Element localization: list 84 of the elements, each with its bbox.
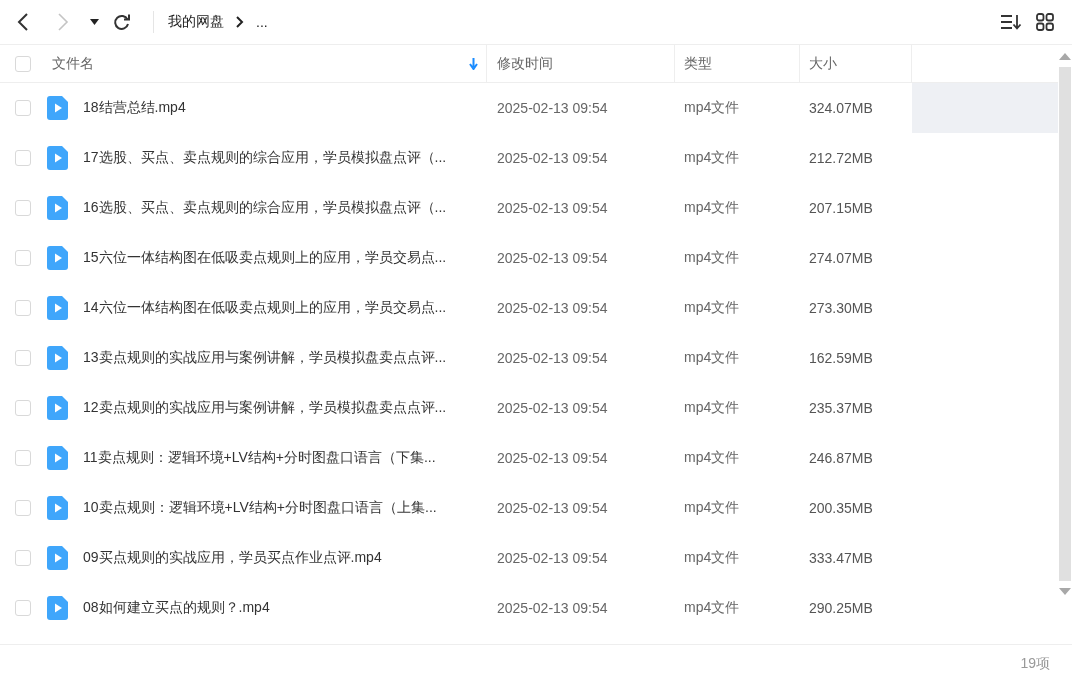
back-icon[interactable]: [16, 12, 30, 32]
modified-time: 2025-02-13 09:54: [497, 400, 608, 416]
file-name[interactable]: 13卖点规则的实战应用与案例讲解，学员模拟盘卖点点评...: [83, 349, 447, 367]
row-checkbox[interactable]: [15, 100, 31, 116]
file-type: mp4文件: [684, 349, 740, 367]
video-file-icon: [47, 446, 68, 470]
row-checkbox[interactable]: [15, 450, 31, 466]
row-checkbox[interactable]: [15, 350, 31, 366]
column-header[interactable]: 大小: [800, 45, 912, 82]
row-checkbox[interactable]: [15, 400, 31, 416]
breadcrumb-item[interactable]: ...: [256, 14, 268, 30]
video-file-icon: [47, 296, 68, 320]
file-size: 212.72MB: [809, 150, 873, 166]
modified-time: 2025-02-13 09:54: [497, 100, 608, 116]
file-name[interactable]: 17选股、买点、卖点规则的综合应用，学员模拟盘点评（...: [83, 149, 447, 167]
video-file-icon: [47, 96, 68, 120]
file-type: mp4文件: [684, 149, 740, 167]
sort-icon[interactable]: [1000, 14, 1022, 30]
item-count: 19项: [1020, 655, 1050, 673]
chevron-icon: [236, 16, 244, 28]
modified-time: 2025-02-13 09:54: [497, 300, 608, 316]
row-checkbox[interactable]: [15, 600, 31, 616]
file-name[interactable]: 18结营总结.mp4: [83, 99, 186, 117]
file-name[interactable]: 10卖点规则：逻辑环境+LV结构+分时图盘口语言（上集...: [83, 499, 437, 517]
file-size: 200.35MB: [809, 500, 873, 516]
scroll-down-icon[interactable]: [1059, 588, 1071, 595]
file-type: mp4文件: [684, 199, 740, 217]
file-name[interactable]: 08如何建立买点的规则？.mp4: [83, 599, 270, 617]
video-file-icon: [47, 496, 68, 520]
row-checkbox[interactable]: [15, 200, 31, 216]
video-file-icon: [47, 596, 68, 620]
modified-time: 2025-02-13 09:54: [497, 200, 608, 216]
modified-time: 2025-02-13 09:54: [497, 350, 608, 366]
file-size: 162.59MB: [809, 350, 873, 366]
file-type: mp4文件: [684, 449, 740, 467]
file-size: 207.15MB: [809, 200, 873, 216]
column-header[interactable]: 修改时间: [487, 45, 675, 82]
file-type: mp4文件: [684, 99, 740, 117]
modified-time: 2025-02-13 09:54: [497, 450, 608, 466]
file-type: mp4文件: [684, 549, 740, 567]
refresh-icon[interactable]: [113, 13, 131, 31]
file-size: 273.30MB: [809, 300, 873, 316]
dropdown-caret-icon[interactable]: [90, 19, 99, 25]
video-file-icon: [47, 246, 68, 270]
row-checkbox[interactable]: [15, 500, 31, 516]
file-type: mp4文件: [684, 499, 740, 517]
file-size: 274.07MB: [809, 250, 873, 266]
grid-view-icon[interactable]: [1036, 13, 1054, 31]
row-checkbox[interactable]: [15, 550, 31, 566]
modified-time: 2025-02-13 09:54: [497, 500, 608, 516]
file-name[interactable]: 09买点规则的实战应用，学员买点作业点评.mp4: [83, 549, 382, 567]
video-file-icon: [47, 146, 68, 170]
modified-time: 2025-02-13 09:54: [497, 550, 608, 566]
file-type: mp4文件: [684, 249, 740, 267]
modified-time: 2025-02-13 09:54: [497, 150, 608, 166]
file-name[interactable]: 15六位一体结构图在低吸卖点规则上的应用，学员交易点...: [83, 249, 447, 267]
file-type: mp4文件: [684, 399, 740, 417]
row-checkbox[interactable]: [15, 300, 31, 316]
file-size: 246.87MB: [809, 450, 873, 466]
file-name[interactable]: 16选股、买点、卖点规则的综合应用，学员模拟盘点评（...: [83, 199, 447, 217]
select-all-checkbox[interactable]: [15, 55, 31, 72]
video-file-icon: [47, 196, 68, 220]
file-name[interactable]: 11卖点规则：逻辑环境+LV结构+分时图盘口语言（下集...: [83, 449, 436, 467]
scroll-up-icon[interactable]: [1059, 53, 1071, 60]
sort-down-icon[interactable]: [469, 57, 478, 70]
file-size: 333.47MB: [809, 550, 873, 566]
modified-time: 2025-02-13 09:54: [497, 600, 608, 616]
file-name[interactable]: 12卖点规则的实战应用与案例讲解，学员模拟盘卖点点评...: [83, 399, 447, 417]
file-size: 324.07MB: [809, 100, 873, 116]
column-header[interactable]: 类型: [675, 45, 800, 82]
row-checkbox[interactable]: [15, 150, 31, 166]
modified-time: 2025-02-13 09:54: [497, 250, 608, 266]
file-type: mp4文件: [684, 299, 740, 317]
breadcrumb-item[interactable]: 我的网盘: [168, 13, 224, 31]
video-file-icon: [47, 546, 68, 570]
file-type: mp4文件: [684, 599, 740, 617]
file-size: 235.37MB: [809, 400, 873, 416]
file-name[interactable]: 14六位一体结构图在低吸卖点规则上的应用，学员交易点...: [83, 299, 447, 317]
video-file-icon: [47, 396, 68, 420]
video-file-icon: [47, 346, 68, 370]
file-size: 290.25MB: [809, 600, 873, 616]
scrollbar-thumb[interactable]: [1059, 67, 1071, 581]
column-header[interactable]: 文件名: [44, 45, 487, 82]
row-checkbox[interactable]: [15, 250, 31, 266]
